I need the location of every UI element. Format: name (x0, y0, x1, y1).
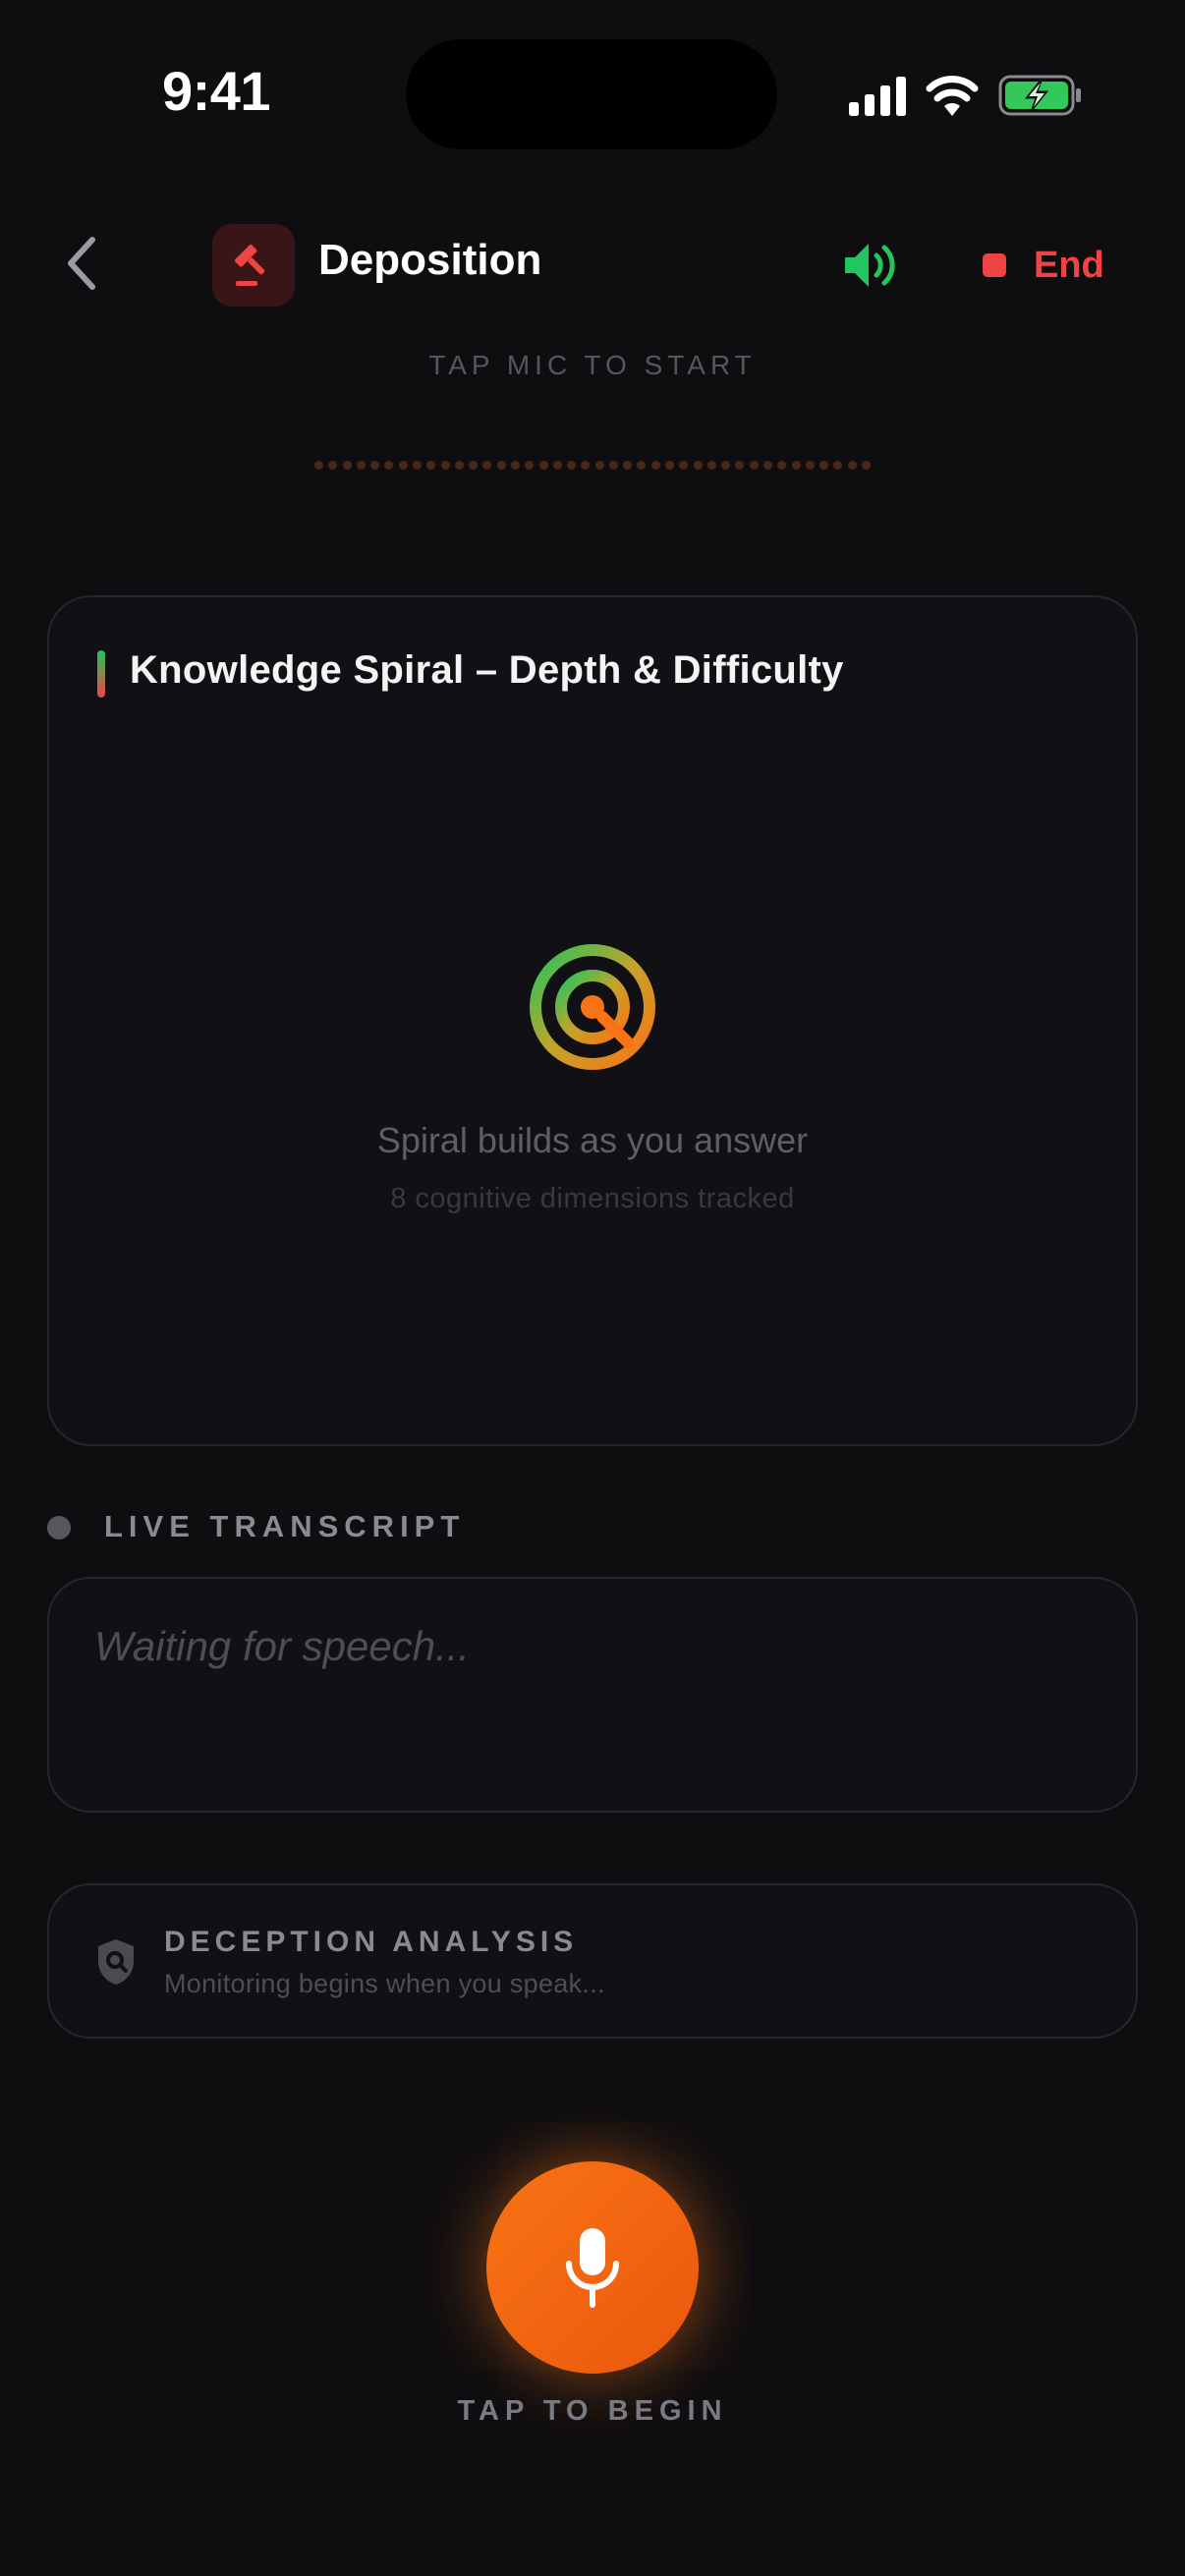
dynamic-island (406, 39, 777, 149)
end-session-button[interactable]: End (983, 236, 1104, 295)
spiral-empty-subtext: 8 cognitive dimensions tracked (390, 1183, 795, 1214)
mic-hint: TAP MIC TO START (428, 350, 757, 380)
microphone-icon (566, 2228, 619, 2308)
wifi-icon (926, 76, 979, 116)
app-badge (212, 224, 295, 307)
speaker-icon[interactable] (841, 236, 900, 295)
tap-to-begin-label: TAP TO BEGIN (457, 2395, 728, 2427)
deception-subtitle: Monitoring begins when you speak... (164, 1969, 605, 1998)
stop-icon (983, 253, 1006, 277)
spiral-empty-message: Spiral builds as you answer (376, 1120, 809, 1160)
gavel-icon (235, 245, 265, 286)
spiral-card-title: Knowledge Spiral – Depth & Difficulty (130, 648, 844, 692)
audio-level-meter (314, 459, 871, 471)
microphone-button[interactable] (486, 2161, 699, 2374)
end-label: End (1034, 244, 1104, 286)
shield-search-icon (98, 1939, 134, 1985)
deception-title: DECEPTION ANALYSIS (164, 1926, 579, 1958)
live-indicator-dot (47, 1516, 71, 1540)
transcript-box (47, 1577, 1138, 1813)
target-search-icon (530, 944, 655, 1070)
battery-charging-icon (998, 75, 1081, 116)
transcript-placeholder: Waiting for speech... (94, 1623, 471, 1669)
chevron-left-icon[interactable] (59, 234, 106, 293)
status-time: 9:41 (161, 60, 271, 122)
card-accent-bar (97, 650, 105, 698)
cellular-signal-icon (849, 77, 906, 116)
page-title: Deposition (318, 236, 542, 284)
live-transcript-label: LIVE TRANSCRIPT (104, 1509, 466, 1543)
deception-analysis-card (47, 1883, 1138, 2039)
